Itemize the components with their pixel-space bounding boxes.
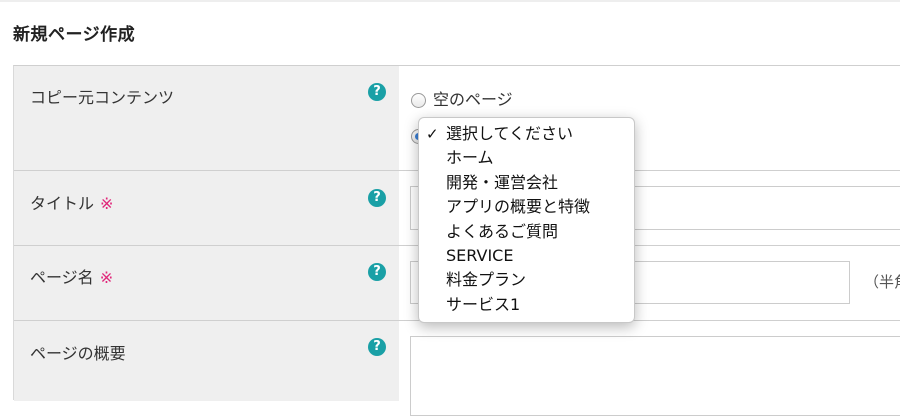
empty-page-radio[interactable]	[411, 93, 426, 108]
dropdown-option[interactable]: SERVICE	[419, 244, 634, 268]
copy-source-label-cell: コピー元コンテンツ ?	[14, 66, 399, 170]
title-label: タイトル ※	[30, 194, 114, 213]
title-label-cell: タイトル ※ ?	[14, 171, 399, 245]
dropdown-option[interactable]: サービス1	[419, 293, 634, 317]
dropdown-option[interactable]: ✓ 選択してください	[419, 122, 634, 146]
dropdown-option[interactable]: アプリの概要と特徴	[419, 195, 634, 219]
page-name-hint: （半角	[864, 273, 900, 291]
dropdown-option[interactable]: 開発・運営会社	[419, 171, 634, 195]
empty-page-radio-label[interactable]: 空のページ	[433, 86, 513, 110]
help-icon[interactable]: ?	[368, 83, 386, 101]
page-name-label-cell: ページ名 ※ ?	[14, 246, 399, 320]
dropdown-option[interactable]: 料金プラン	[419, 268, 634, 292]
help-icon[interactable]: ?	[368, 338, 386, 356]
help-icon[interactable]: ?	[368, 189, 386, 207]
top-divider	[0, 0, 900, 2]
summary-row: ページの概要 ?	[14, 321, 900, 416]
page-name-label: ページ名 ※	[30, 268, 114, 287]
required-mark: ※	[100, 194, 114, 213]
check-icon: ✓	[426, 125, 439, 143]
copy-source-select-dropdown[interactable]: ✓ 選択してください ホーム 開発・運営会社 アプリの概要と特徴 よくあるご質問 …	[418, 117, 635, 323]
page-title: 新規ページ作成	[13, 25, 136, 45]
summary-label-cell: ページの概要 ?	[14, 321, 399, 401]
copy-source-label: コピー元コンテンツ	[30, 88, 175, 107]
dropdown-option[interactable]: よくあるご質問	[419, 220, 634, 244]
dropdown-option[interactable]: ホーム	[419, 146, 634, 170]
help-icon[interactable]: ?	[368, 263, 386, 281]
summary-textarea[interactable]	[410, 336, 900, 416]
required-mark: ※	[99, 268, 114, 287]
summary-value-cell	[399, 321, 900, 416]
summary-label: ページの概要	[30, 344, 126, 363]
